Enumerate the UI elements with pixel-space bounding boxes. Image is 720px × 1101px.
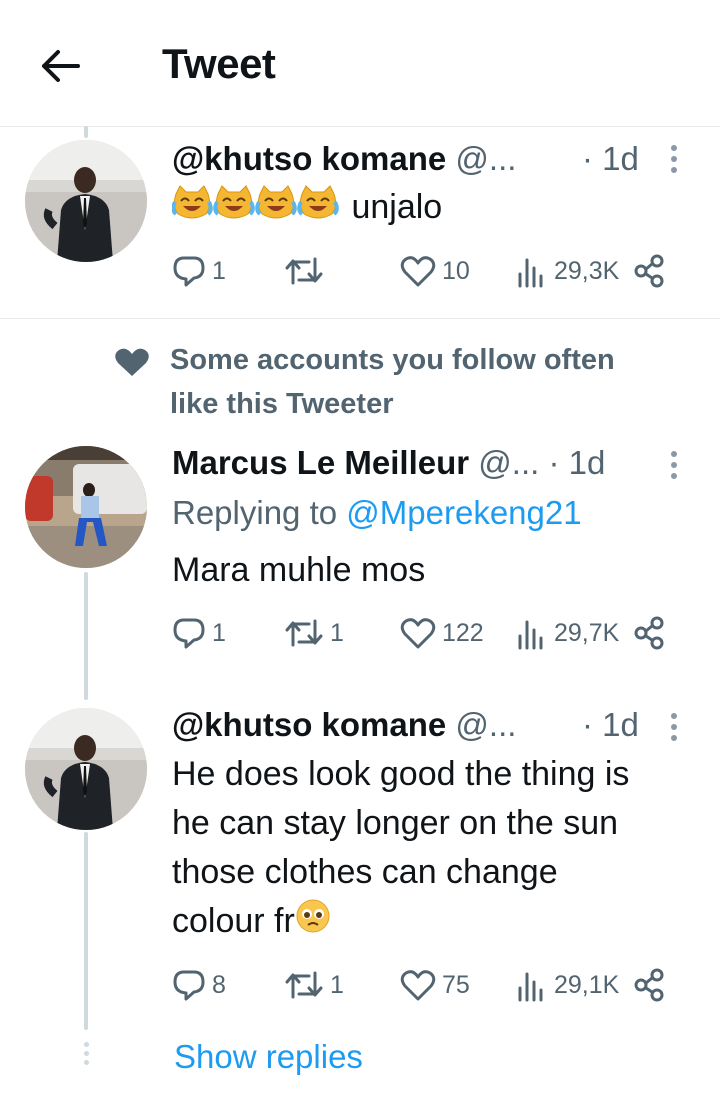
like-icon [400, 616, 436, 650]
replying-prefix: Replying to [172, 494, 338, 531]
social-context-line: like this Tweeter [170, 388, 394, 420]
reply-icon [172, 616, 206, 650]
views-button[interactable]: 29,3K [516, 254, 619, 288]
action-bar: 1 1 122 29,7K [172, 616, 672, 656]
timestamp[interactable]: · 1d [582, 140, 639, 178]
views-icon [516, 254, 548, 288]
replying-to-link[interactable]: @Mperekeng21 [346, 494, 581, 531]
social-context-text: Some accounts you follow often like this… [170, 338, 615, 426]
divider [0, 318, 720, 319]
pleading-face-emoji [295, 898, 331, 948]
reply-button[interactable]: 1 [172, 254, 226, 288]
share-icon[interactable] [634, 616, 664, 650]
timestamp[interactable]: · 1d [582, 706, 639, 744]
retweet-icon [284, 968, 324, 1002]
tweet-header: @khutso komane @... [172, 706, 516, 744]
like-count: 10 [442, 256, 470, 285]
username[interactable]: @... [455, 706, 516, 743]
more-icon[interactable] [664, 448, 684, 482]
social-context-line: Some accounts you follow often [170, 344, 615, 376]
tweet-header: Marcus Le Meilleur @... · 1d [172, 444, 605, 482]
username[interactable]: @... [478, 444, 539, 481]
share-icon[interactable] [634, 254, 664, 288]
more-icon[interactable] [664, 142, 684, 176]
reply-button[interactable]: 1 [172, 616, 226, 650]
username[interactable]: @... [455, 140, 516, 177]
retweet-button[interactable] [284, 254, 330, 288]
like-button[interactable]: 10 [400, 254, 470, 288]
views-button[interactable]: 29,7K [516, 616, 619, 650]
views-icon [516, 616, 548, 650]
tweet-text-line: colour fr [172, 902, 295, 940]
reply-count: 1 [212, 618, 226, 647]
timestamp[interactable]: · 1d [548, 444, 605, 481]
retweet-count: 1 [330, 618, 344, 647]
tweet-text-line: those clothes can change [172, 853, 558, 891]
reply-button[interactable]: 8 [172, 968, 226, 1002]
like-count: 75 [442, 970, 470, 999]
top-bar: Tweet [0, 0, 720, 127]
tweet-text: Mara muhle mos [172, 551, 426, 589]
retweet-icon [284, 616, 324, 650]
show-replies-link[interactable]: Show replies [174, 1038, 363, 1076]
views-count: 29,3K [554, 256, 620, 285]
like-icon [400, 968, 436, 1002]
action-bar: 8 1 75 29,1K [172, 968, 672, 1008]
like-button[interactable]: 122 [400, 616, 484, 650]
replying-to: Replying to @Mperekeng21 [172, 494, 582, 532]
action-bar: 1 10 29,3K [172, 254, 672, 294]
thread-dots [81, 1042, 91, 1069]
heart-icon [114, 346, 150, 383]
avatar[interactable] [25, 140, 147, 262]
thread-line [84, 832, 88, 1030]
retweet-button[interactable]: 1 [284, 616, 344, 650]
views-icon [516, 968, 548, 1002]
tweet-body: unjalo [351, 188, 443, 226]
reply-icon [172, 254, 206, 288]
reply-icon [172, 968, 206, 1002]
retweet-button[interactable]: 1 [284, 968, 344, 1002]
display-name[interactable]: @khutso komane [172, 140, 446, 177]
back-arrow-icon[interactable] [38, 46, 82, 86]
retweet-icon [284, 254, 324, 288]
display-name[interactable]: @khutso komane [172, 706, 446, 743]
reply-count: 8 [212, 970, 226, 999]
more-icon[interactable] [664, 710, 684, 744]
like-icon [400, 254, 436, 288]
tweet-text: unjalo [171, 183, 692, 234]
tweet-header: @khutso komane @... [172, 140, 516, 178]
avatar[interactable] [25, 708, 147, 830]
avatar[interactable] [25, 446, 147, 568]
tweet-text: He does look good the thing is he can st… [172, 750, 692, 948]
thread-line [84, 572, 88, 700]
views-button[interactable]: 29,1K [516, 968, 619, 1002]
joy-cat-emoji [171, 184, 342, 234]
tweet-text-line: He does look good the thing is [172, 755, 630, 793]
views-count: 29,7K [554, 618, 620, 647]
tweet-text-line: he can stay longer on the sun [172, 804, 619, 842]
like-count: 122 [442, 618, 484, 647]
views-count: 29,1K [554, 970, 620, 999]
retweet-count: 1 [330, 970, 344, 999]
thread-line [84, 126, 88, 138]
reply-count: 1 [212, 256, 226, 285]
display-name[interactable]: Marcus Le Meilleur [172, 444, 469, 481]
share-icon[interactable] [634, 968, 664, 1002]
like-button[interactable]: 75 [400, 968, 470, 1002]
page-title: Tweet [162, 40, 276, 87]
